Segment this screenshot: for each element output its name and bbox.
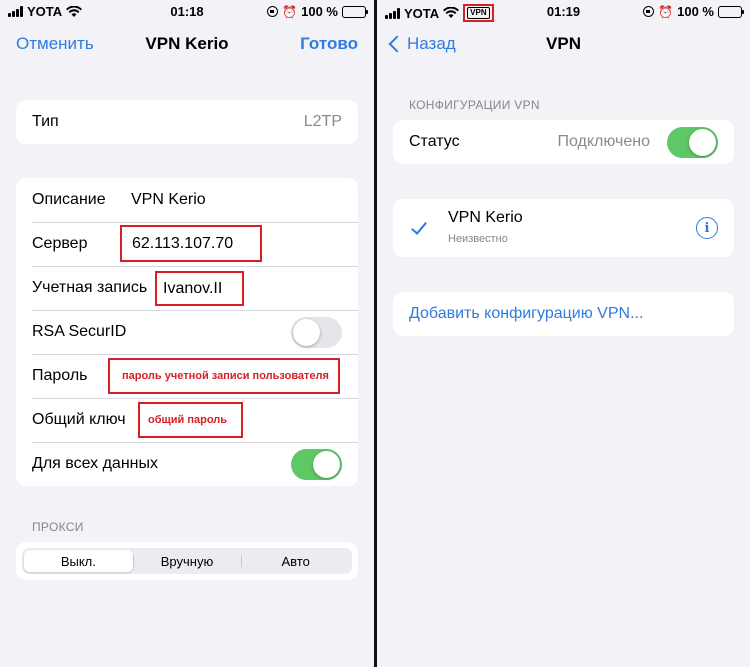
- battery-percent: 100 %: [301, 4, 338, 19]
- type-value: L2TP: [303, 113, 342, 130]
- vpn-config-name: VPN Kerio: [448, 209, 523, 226]
- rsa-row: RSA SecurID: [16, 310, 358, 354]
- info-icon[interactable]: i: [696, 217, 718, 239]
- battery-percent: 100 %: [677, 4, 714, 19]
- alarm-icon: ⏰: [282, 4, 298, 19]
- status-bar: YOTA 01:18 ⏰ 100 %: [0, 0, 374, 22]
- account-label: Учетная запись: [32, 279, 148, 296]
- proxy-option-off[interactable]: Выкл.: [24, 550, 133, 572]
- orientation-lock-icon: [267, 6, 279, 17]
- toggle-knob: [293, 319, 320, 346]
- description-label: Описание: [32, 191, 106, 208]
- status-value: Подключено: [557, 133, 650, 150]
- type-row[interactable]: Тип L2TP: [16, 100, 358, 144]
- password-label: Пароль: [32, 367, 88, 384]
- rsa-toggle[interactable]: [291, 317, 342, 348]
- vpn-status-toggle[interactable]: [667, 127, 718, 158]
- status-group: Статус Подключено: [393, 120, 734, 164]
- nav-bar: Назад VPN: [377, 28, 750, 58]
- toggle-knob: [689, 129, 716, 156]
- server-value: 62.113.107.70: [132, 234, 234, 252]
- vpn-edit-screen: YOTA 01:18 ⏰ 100 % Отменить VPN Kerio Го…: [0, 0, 374, 667]
- description-field[interactable]: VPN Kerio: [131, 191, 206, 209]
- proxy-option-auto[interactable]: Авто: [241, 550, 350, 572]
- rsa-label: RSA SecurID: [32, 323, 127, 340]
- proxy-segmented-control: Выкл. Вручную Авто: [16, 542, 358, 580]
- config-header: КОНФИГУРАЦИИ VPN: [409, 98, 540, 112]
- account-value: Ivanov.II: [163, 279, 223, 297]
- add-vpn-config-label: Добавить конфигурацию VPN...: [409, 305, 644, 322]
- password-annotation: пароль учетной записи пользователя: [122, 370, 329, 382]
- page-title: VPN: [546, 34, 581, 53]
- alarm-icon: ⏰: [658, 4, 674, 19]
- orientation-lock-icon: [643, 6, 655, 17]
- vpn-config-item[interactable]: VPN Kerio Неизвестно i: [393, 199, 734, 257]
- vpn-list-screen: YOTA VPN 01:19 ⏰ 100 % Назад VPN КОНФИГУ…: [377, 0, 750, 667]
- toggle-knob: [313, 451, 340, 478]
- shared-key-field[interactable]: общий пароль: [138, 402, 243, 438]
- battery-icon: [718, 5, 744, 18]
- type-label: Тип: [32, 113, 59, 130]
- status-row: Статус Подключено: [393, 120, 734, 164]
- all-data-label: Для всех данных: [32, 455, 158, 472]
- type-group: Тип L2TP: [16, 100, 358, 144]
- proxy-option-manual[interactable]: Вручную: [132, 550, 242, 572]
- vpn-config-subtitle: Неизвестно: [448, 233, 508, 245]
- shared-key-label: Общий ключ: [32, 411, 126, 428]
- status-bar: YOTA VPN 01:19 ⏰ 100 %: [377, 0, 750, 22]
- add-vpn-config-button[interactable]: Добавить конфигурацию VPN...: [393, 292, 734, 336]
- password-field[interactable]: пароль учетной записи пользователя: [108, 358, 340, 394]
- server-label: Сервер: [32, 235, 88, 252]
- shared-key-annotation: общий пароль: [148, 414, 228, 426]
- all-data-toggle[interactable]: [291, 449, 342, 480]
- battery-icon: [342, 5, 368, 18]
- nav-bar: Отменить VPN Kerio Готово: [0, 28, 374, 58]
- proxy-header: ПРОКСИ: [32, 520, 84, 534]
- description-row[interactable]: Описание VPN Kerio: [16, 178, 358, 222]
- server-field[interactable]: 62.113.107.70: [120, 225, 262, 262]
- checkmark-icon: [411, 218, 427, 235]
- all-data-row: Для всех данных: [16, 442, 358, 486]
- status-label: Статус: [409, 133, 460, 150]
- done-button[interactable]: Готово: [300, 34, 358, 54]
- account-field[interactable]: Ivanov.II: [155, 271, 244, 306]
